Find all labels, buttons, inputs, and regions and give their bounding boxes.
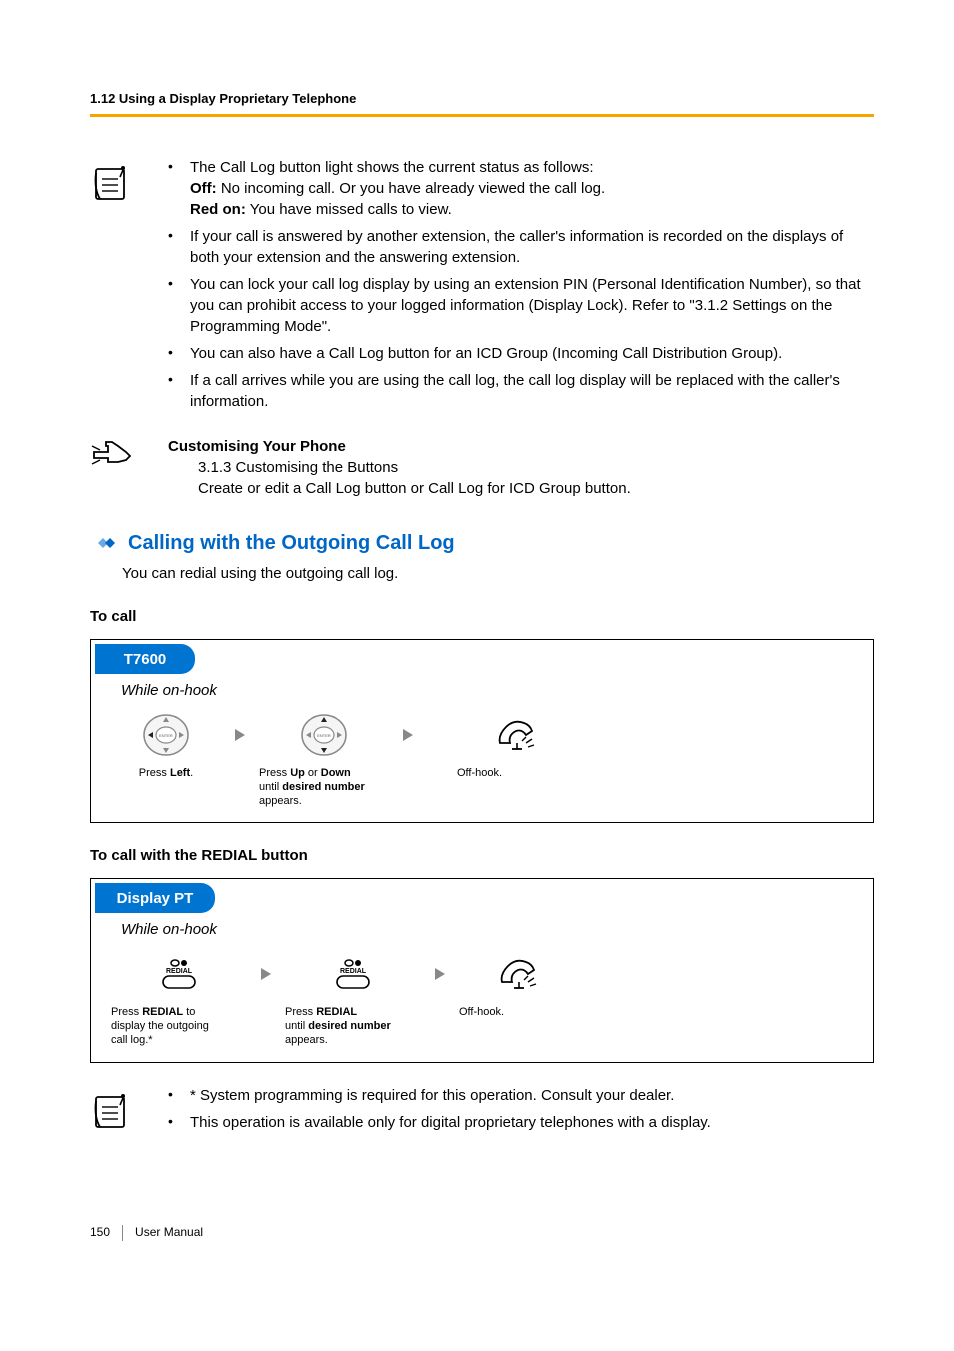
note-label: Off: <box>190 180 217 197</box>
footer-separator <box>122 1225 123 1241</box>
customise-title: Customising Your Phone <box>168 436 631 457</box>
arrow-icon <box>255 948 277 1000</box>
step-text: until <box>259 781 282 793</box>
footnote-text: * System programming is required for thi… <box>190 1087 674 1104</box>
note-text: If a call arrives while you are using th… <box>190 372 840 410</box>
note-item: If a call arrives while you are using th… <box>160 370 874 412</box>
step-text: Press <box>139 767 170 779</box>
step-text: or <box>305 767 321 779</box>
note-subtext: No incoming call. Or you have already vi… <box>217 180 606 197</box>
step-text-bold: Down <box>321 767 351 779</box>
step-text: Off-hook. <box>457 767 577 781</box>
hook-state: While on-hook <box>91 913 873 944</box>
section-header: 1.12 Using a Display Proprietary Telepho… <box>90 90 874 117</box>
notepad-icon <box>90 159 160 207</box>
step-text: display the outgoing <box>111 1020 209 1032</box>
note-item: You can also have a Call Log button for … <box>160 343 874 364</box>
svg-text:ENTER: ENTER <box>317 733 331 738</box>
nav-button-icon: ENTER <box>141 709 191 761</box>
tab-display-pt: Display PT <box>95 883 215 913</box>
step-text: Press <box>259 767 290 779</box>
step-text-bold: desired number <box>308 1020 391 1032</box>
step-text-bold: REDIAL <box>142 1006 183 1018</box>
step-text: . <box>190 767 193 779</box>
note-item: You can lock your call log display by us… <box>160 274 874 337</box>
tab-t7600: T7600 <box>95 644 195 674</box>
page-footer: 150 User Manual <box>90 1224 203 1241</box>
note-text: You can also have a Call Log button for … <box>190 345 782 362</box>
note-item: The Call Log button light shows the curr… <box>160 157 874 220</box>
svg-text:ENTER: ENTER <box>159 733 173 738</box>
svg-text:REDIAL: REDIAL <box>340 968 367 975</box>
note-text: The Call Log button light shows the curr… <box>190 159 594 176</box>
offhook-handset-icon <box>492 709 542 761</box>
step-text: appears. <box>259 795 302 807</box>
note-label: Red on: <box>190 201 246 218</box>
footer-label: User Manual <box>135 1224 203 1241</box>
note-text: You can lock your call log display by us… <box>190 276 861 335</box>
arrow-icon <box>397 709 419 761</box>
notes-block: The Call Log button light shows the curr… <box>90 157 874 418</box>
nav-button-icon: ENTER <box>299 709 349 761</box>
step-text: Press <box>285 1006 316 1018</box>
step-text-bold: desired number <box>282 781 365 793</box>
subhead-redial: To call with the REDIAL button <box>90 845 874 866</box>
customise-line: 3.1.3 Customising the Buttons <box>168 457 631 478</box>
heading-title: Calling with the Outgoing Call Log <box>128 529 455 557</box>
footnote-item: * System programming is required for thi… <box>160 1085 874 1106</box>
subhead-to-call: To call <box>90 606 874 627</box>
redial-button-icon: REDIAL <box>151 948 207 1000</box>
hand-pointer-icon <box>90 438 168 468</box>
notepad-icon <box>90 1087 160 1135</box>
step-text: Off-hook. <box>459 1006 579 1020</box>
offhook-handset-icon <box>494 948 544 1000</box>
note-subtext: You have missed calls to view. <box>246 201 452 218</box>
diamonds-icon <box>90 534 120 552</box>
customise-line: Create or edit a Call Log button or Call… <box>168 478 631 499</box>
page-number: 150 <box>90 1224 110 1241</box>
footnote-item: This operation is available only for dig… <box>160 1112 874 1133</box>
procedure-box-1: T7600 While on-hook ENTER Press Lef <box>90 639 874 823</box>
note-text: If your call is answered by another exte… <box>190 228 843 266</box>
heading-intro: You can redial using the outgoing call l… <box>122 563 874 584</box>
step-text: until <box>285 1020 308 1032</box>
step-text-bold: Left <box>170 767 190 779</box>
svg-text:REDIAL: REDIAL <box>166 968 193 975</box>
customise-block: Customising Your Phone 3.1.3 Customising… <box>90 436 874 499</box>
step-text: appears. <box>285 1034 328 1046</box>
arrow-icon <box>429 948 451 1000</box>
procedure-box-2: Display PT While on-hook REDIAL Press RE… <box>90 878 874 1062</box>
step-text: to <box>183 1006 195 1018</box>
arrow-icon <box>229 709 251 761</box>
footnotes-block: * System programming is required for thi… <box>90 1085 874 1139</box>
note-item: If your call is answered by another exte… <box>160 226 874 268</box>
step-text-bold: Up <box>290 767 305 779</box>
step-text: Press <box>111 1006 142 1018</box>
footnote-text: This operation is available only for dig… <box>190 1114 711 1131</box>
step-text-bold: REDIAL <box>316 1006 357 1018</box>
hook-state: While on-hook <box>91 674 873 705</box>
heading-row: Calling with the Outgoing Call Log <box>90 529 874 557</box>
step-text: call log.* <box>111 1034 153 1046</box>
redial-button-icon: REDIAL <box>325 948 381 1000</box>
